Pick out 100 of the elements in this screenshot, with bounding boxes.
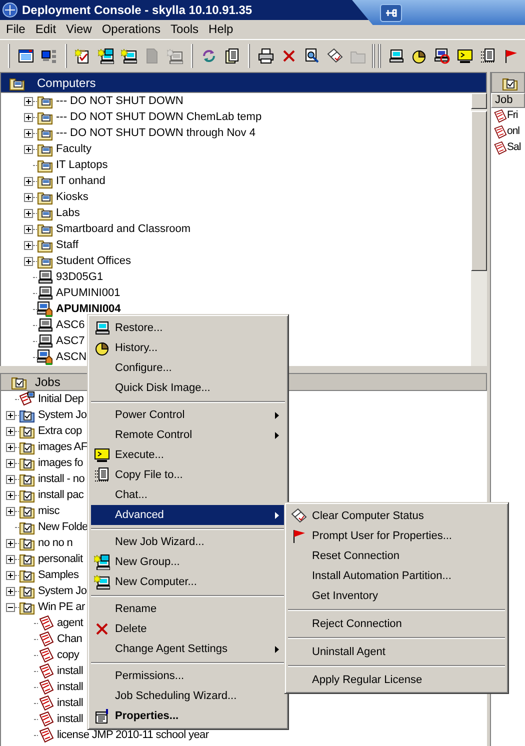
tree-item[interactable]: Chan: [57, 633, 82, 645]
expand-toggle[interactable]: [24, 144, 33, 154]
magnifier-icon[interactable]: [304, 48, 320, 64]
window-icon[interactable]: [18, 48, 34, 64]
menu-item[interactable]: Reset Connection: [288, 546, 505, 566]
menu-item[interactable]: Help: [204, 20, 238, 38]
tree-item[interactable]: install pac: [38, 489, 84, 501]
tree-item[interactable]: install: [57, 697, 84, 709]
menu-item[interactable]: Prompt User for Properties...: [288, 526, 505, 546]
menu-item[interactable]: Job Scheduling Wizard...: [91, 686, 285, 706]
tree-item[interactable]: images fo: [38, 457, 83, 469]
menu-item[interactable]: Clear Computer Status: [288, 506, 505, 526]
expand-toggle[interactable]: [6, 554, 15, 564]
expand-toggle[interactable]: [6, 490, 15, 500]
tree-item[interactable]: agent: [57, 617, 84, 629]
menu-item[interactable]: New Group...: [91, 552, 285, 572]
expand-toggle[interactable]: [6, 602, 15, 612]
menu-item[interactable]: Restore...: [91, 318, 285, 338]
computer-icon[interactable]: [434, 48, 450, 64]
printer-icon[interactable]: [258, 48, 274, 64]
menu-item[interactable]: Advanced: [91, 505, 285, 525]
tree-item[interactable]: ASCN: [56, 351, 87, 363]
menu-item[interactable]: Uninstall Agent: [288, 642, 505, 662]
expand-toggle[interactable]: [24, 128, 33, 138]
expand-toggle[interactable]: [24, 192, 33, 202]
menu-item[interactable]: View: [61, 20, 97, 38]
tree-item[interactable]: APUMINI004: [56, 303, 121, 315]
expand-toggle[interactable]: [6, 442, 15, 452]
computer-icon[interactable]: [388, 48, 404, 64]
expand-toggle[interactable]: [6, 506, 15, 516]
menu-item[interactable]: Tools: [166, 20, 204, 38]
menu-item[interactable]: Edit: [30, 20, 62, 38]
tree-item[interactable]: Samples: [38, 569, 79, 581]
pie-chart-icon[interactable]: [411, 48, 427, 64]
menu-item[interactable]: Reject Connection: [288, 614, 505, 634]
menu-item[interactable]: Operations: [96, 20, 166, 38]
expand-toggle[interactable]: [6, 410, 15, 420]
document-icon[interactable]: [480, 48, 496, 64]
tree-item[interactable]: install - no: [38, 473, 85, 485]
tree-item[interactable]: System Jo: [38, 585, 87, 597]
menu-item[interactable]: Apply Regular License: [288, 670, 505, 690]
papers-icon[interactable]: [327, 48, 343, 64]
tree-item[interactable]: Kiosks: [56, 191, 88, 203]
tree-item[interactable]: --- DO NOT SHUT DOWN ChemLab temp: [56, 111, 262, 123]
list-item[interactable]: onl: [507, 124, 520, 140]
expand-toggle[interactable]: [24, 256, 33, 266]
computer-icon[interactable]: [121, 48, 137, 64]
expand-toggle[interactable]: [24, 96, 33, 106]
menu-item[interactable]: Configure...: [91, 358, 285, 378]
tree-item[interactable]: license JMP 2010-11 school year: [57, 729, 209, 741]
clipboard-icon[interactable]: [75, 48, 91, 64]
menu-item[interactable]: Quick Disk Image...: [91, 378, 285, 398]
tree-item[interactable]: IT Laptops: [56, 159, 108, 171]
tree-item[interactable]: 93D05G1: [56, 271, 104, 283]
network-icon[interactable]: [41, 48, 57, 64]
expand-toggle[interactable]: [6, 458, 15, 468]
delete-icon[interactable]: [281, 48, 297, 64]
tree-item[interactable]: New Folde: [38, 521, 88, 533]
list-item[interactable]: Sal: [507, 140, 521, 156]
column-header[interactable]: Job: [491, 93, 525, 108]
expand-toggle[interactable]: [24, 112, 33, 122]
tree-item[interactable]: ASC7: [56, 335, 85, 347]
menu-item[interactable]: Execute...: [91, 445, 285, 465]
tree-item[interactable]: Staff: [56, 239, 78, 251]
menu-item[interactable]: Get Inventory: [288, 586, 505, 606]
tree-item[interactable]: Smartboard and Classroom: [56, 223, 191, 235]
menu-item[interactable]: New Job Wizard...: [91, 532, 285, 552]
expand-toggle[interactable]: [24, 224, 33, 234]
scrollbar[interactable]: [471, 93, 487, 366]
tree-item[interactable]: Labs: [56, 207, 80, 219]
menu-item[interactable]: Properties...: [91, 706, 285, 726]
tree-item[interactable]: --- DO NOT SHUT DOWN through Nov 4: [56, 127, 256, 139]
menu-item[interactable]: Rename: [91, 599, 285, 619]
menu-item[interactable]: Install Automation Partition...: [288, 566, 505, 586]
computer-icon[interactable]: [98, 48, 114, 64]
tree-item[interactable]: --- DO NOT SHUT DOWN: [56, 95, 184, 107]
flag-icon[interactable]: [503, 48, 519, 64]
tree-item[interactable]: install: [57, 713, 84, 725]
tree-item[interactable]: ASC6: [56, 319, 85, 331]
tree-item[interactable]: misc: [38, 505, 60, 517]
expand-toggle[interactable]: [24, 176, 33, 186]
menu-item[interactable]: Delete: [91, 619, 285, 639]
menu-item[interactable]: Chat...: [91, 485, 285, 505]
menu-item[interactable]: Power Control: [91, 405, 285, 425]
document-icon[interactable]: [224, 48, 240, 64]
menu-item[interactable]: History...: [91, 338, 285, 358]
tree-item[interactable]: Win PE ar: [38, 601, 85, 613]
tree-item[interactable]: Initial Dep: [38, 393, 84, 405]
tree-item[interactable]: personalit: [38, 553, 83, 565]
menu-item[interactable]: New Computer...: [91, 572, 285, 592]
tree-item[interactable]: install: [57, 681, 84, 693]
menu-item[interactable]: Change Agent Settings: [91, 639, 285, 659]
menu-item[interactable]: Remote Control: [91, 425, 285, 445]
expand-toggle[interactable]: [24, 240, 33, 250]
menu-item[interactable]: Permissions...: [91, 666, 285, 686]
tree-item[interactable]: images AF: [38, 441, 88, 453]
expand-toggle[interactable]: [6, 426, 15, 436]
pin-button[interactable]: [380, 4, 402, 22]
tree-item[interactable]: Faculty: [56, 143, 92, 155]
tree-item[interactable]: APUMINI001: [56, 287, 120, 299]
